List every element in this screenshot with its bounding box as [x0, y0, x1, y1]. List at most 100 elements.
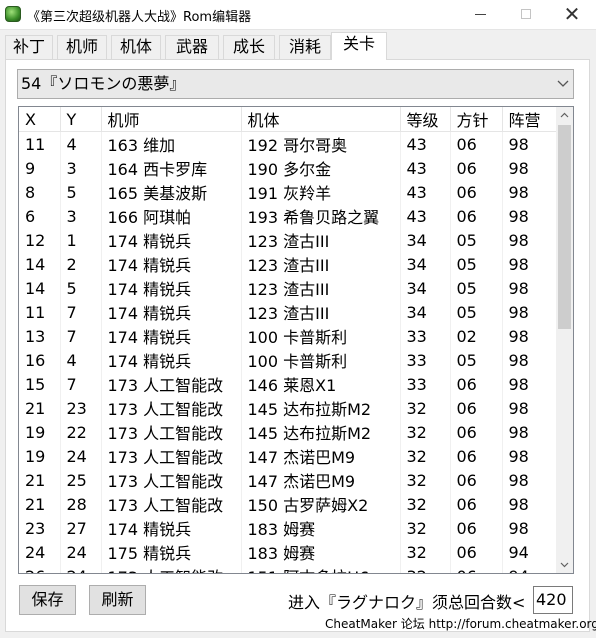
- cell-ai[interactable]: 06: [450, 564, 503, 573]
- cell-ai[interactable]: 06: [450, 396, 503, 420]
- cell-pilot[interactable]: 173 人工智能改: [101, 564, 242, 573]
- save-button[interactable]: 保存: [19, 585, 76, 615]
- cell-pilot[interactable]: 174 精锐兵: [101, 228, 242, 252]
- cell-y[interactable]: 1: [60, 228, 102, 252]
- cell-ai[interactable]: 06: [450, 444, 503, 468]
- cell-mech[interactable]: 151 阿古多拉H6: [241, 564, 401, 573]
- cell-ai[interactable]: 06: [450, 372, 503, 396]
- scroll-down-icon[interactable]: [556, 556, 573, 573]
- cell-x[interactable]: 16: [19, 348, 61, 372]
- tab-pilot[interactable]: 机师: [57, 35, 107, 59]
- cell-pilot[interactable]: 173 人工智能改: [101, 468, 242, 492]
- cell-x[interactable]: 19: [19, 420, 61, 444]
- cell-mech[interactable]: 192 哥尔哥奥: [241, 131, 401, 156]
- tab-weapon[interactable]: 武器: [165, 35, 219, 59]
- cell-level[interactable]: 43: [400, 204, 451, 228]
- table-row[interactable]: 15 7 173 人工智能改 146 莱恩X1 33 06 98: [19, 372, 557, 396]
- cell-x[interactable]: 21: [19, 468, 61, 492]
- cell-mech[interactable]: 190 多尔金: [241, 156, 401, 180]
- cell-x[interactable]: 6: [19, 204, 61, 228]
- cell-level[interactable]: 43: [400, 156, 451, 180]
- refresh-button[interactable]: 刷新: [89, 585, 146, 615]
- close-button[interactable]: ✕: [549, 0, 595, 29]
- cell-faction[interactable]: 98: [502, 492, 557, 516]
- cell-mech[interactable]: 123 渣古III: [241, 252, 401, 276]
- cell-y[interactable]: 22: [60, 420, 102, 444]
- cell-faction[interactable]: 94: [502, 540, 557, 564]
- cell-y[interactable]: 5: [60, 276, 102, 300]
- cell-pilot[interactable]: 173 人工智能改: [101, 396, 242, 420]
- cell-y[interactable]: 28: [60, 492, 102, 516]
- cell-ai[interactable]: 06: [450, 468, 503, 492]
- cell-x[interactable]: 24: [19, 540, 61, 564]
- cell-faction[interactable]: 98: [502, 204, 557, 228]
- cell-x[interactable]: 23: [19, 516, 61, 540]
- cell-mech[interactable]: 147 杰诺巴M9: [241, 444, 401, 468]
- cell-ai[interactable]: 06: [450, 156, 503, 180]
- cell-level[interactable]: 32: [400, 444, 451, 468]
- cell-faction[interactable]: 98: [502, 156, 557, 180]
- cell-faction[interactable]: 98: [502, 348, 557, 372]
- cell-pilot[interactable]: 174 精锐兵: [101, 276, 242, 300]
- cell-y[interactable]: 4: [60, 131, 102, 156]
- cell-x[interactable]: 13: [19, 324, 61, 348]
- tab-mech[interactable]: 机体: [111, 35, 161, 59]
- table-row[interactable]: 16 4 174 精锐兵 100 卡普斯利 33 05 98: [19, 348, 557, 372]
- table-row[interactable]: 9 3 164 西卡罗库 190 多尔金 43 06 98: [19, 156, 557, 180]
- tab-consume[interactable]: 消耗: [279, 35, 331, 59]
- table-row[interactable]: 13 7 174 精锐兵 100 卡普斯利 33 02 98: [19, 324, 557, 348]
- forum-link[interactable]: CheatMaker 论坛 http://forum.cheatmaker.or…: [325, 615, 596, 632]
- table-row[interactable]: 24 24 175 精锐兵 183 姆赛 32 06 94: [19, 540, 557, 564]
- cell-x[interactable]: 14: [19, 252, 61, 276]
- scrollbar-thumb[interactable]: [558, 125, 571, 329]
- cell-y[interactable]: 24: [60, 564, 102, 573]
- cell-ai[interactable]: 06: [450, 540, 503, 564]
- cell-y[interactable]: 23: [60, 396, 102, 420]
- cell-faction[interactable]: 98: [502, 420, 557, 444]
- cell-faction[interactable]: 98: [502, 396, 557, 420]
- column-header-x[interactable]: X: [19, 107, 61, 132]
- cell-level[interactable]: 32: [400, 492, 451, 516]
- cell-faction[interactable]: 98: [502, 516, 557, 540]
- cell-ai[interactable]: 05: [450, 252, 503, 276]
- tab-patch[interactable]: 补丁: [5, 35, 53, 59]
- cell-faction[interactable]: 98: [502, 324, 557, 348]
- cell-mech[interactable]: 123 渣古III: [241, 300, 401, 324]
- table-row[interactable]: 12 1 174 精锐兵 123 渣古III 34 05 98: [19, 228, 557, 252]
- cell-ai[interactable]: 06: [450, 516, 503, 540]
- cell-faction[interactable]: 98: [502, 468, 557, 492]
- cell-faction[interactable]: 98: [502, 276, 557, 300]
- cell-pilot[interactable]: 174 精锐兵: [101, 348, 242, 372]
- cell-pilot[interactable]: 164 西卡罗库: [101, 156, 242, 180]
- cell-ai[interactable]: 02: [450, 324, 503, 348]
- cell-mech[interactable]: 150 古罗萨姆X2: [241, 492, 401, 516]
- table-row[interactable]: 6 3 166 阿琪帕 193 希鲁贝路之翼 43 06 98: [19, 204, 557, 228]
- cell-level[interactable]: 43: [400, 180, 451, 204]
- cell-level[interactable]: 34: [400, 252, 451, 276]
- cell-pilot[interactable]: 174 精锐兵: [101, 300, 242, 324]
- cell-y[interactable]: 7: [60, 324, 102, 348]
- enemy-unit-table[interactable]: X Y 机师 机体 等级 方针 阵营 11 4 163 维加 192 哥尔哥奥 43 06…: [18, 106, 574, 574]
- table-row[interactable]: 23 27 174 精锐兵 183 姆赛 32 06 98: [19, 516, 557, 540]
- table-row[interactable]: 19 24 173 人工智能改 147 杰诺巴M9 32 06 98: [19, 444, 557, 468]
- cell-x[interactable]: 12: [19, 228, 61, 252]
- cell-pilot[interactable]: 173 人工智能改: [101, 492, 242, 516]
- cell-pilot[interactable]: 174 精锐兵: [101, 324, 242, 348]
- cell-mech[interactable]: 183 姆赛: [241, 540, 401, 564]
- cell-mech[interactable]: 123 渣古III: [241, 276, 401, 300]
- cell-mech[interactable]: 183 姆赛: [241, 516, 401, 540]
- cell-level[interactable]: 34: [400, 300, 451, 324]
- scroll-up-icon[interactable]: [556, 107, 573, 124]
- table-row[interactable]: 21 25 173 人工智能改 147 杰诺巴M9 32 06 98: [19, 468, 557, 492]
- table-row[interactable]: 11 4 163 维加 192 哥尔哥奥 43 06 98: [19, 131, 557, 156]
- cell-faction[interactable]: 98: [502, 252, 557, 276]
- cell-pilot[interactable]: 165 美基波斯: [101, 180, 242, 204]
- column-header-faction[interactable]: 阵营: [502, 107, 557, 132]
- maximize-button[interactable]: [503, 0, 549, 29]
- cell-pilot[interactable]: 173 人工智能改: [101, 372, 242, 396]
- cell-ai[interactable]: 05: [450, 300, 503, 324]
- table-row[interactable]: 8 5 165 美基波斯 191 灰羚羊 43 06 98: [19, 180, 557, 204]
- cell-faction[interactable]: 98: [502, 372, 557, 396]
- cell-level[interactable]: 33: [400, 372, 451, 396]
- cell-y[interactable]: 7: [60, 372, 102, 396]
